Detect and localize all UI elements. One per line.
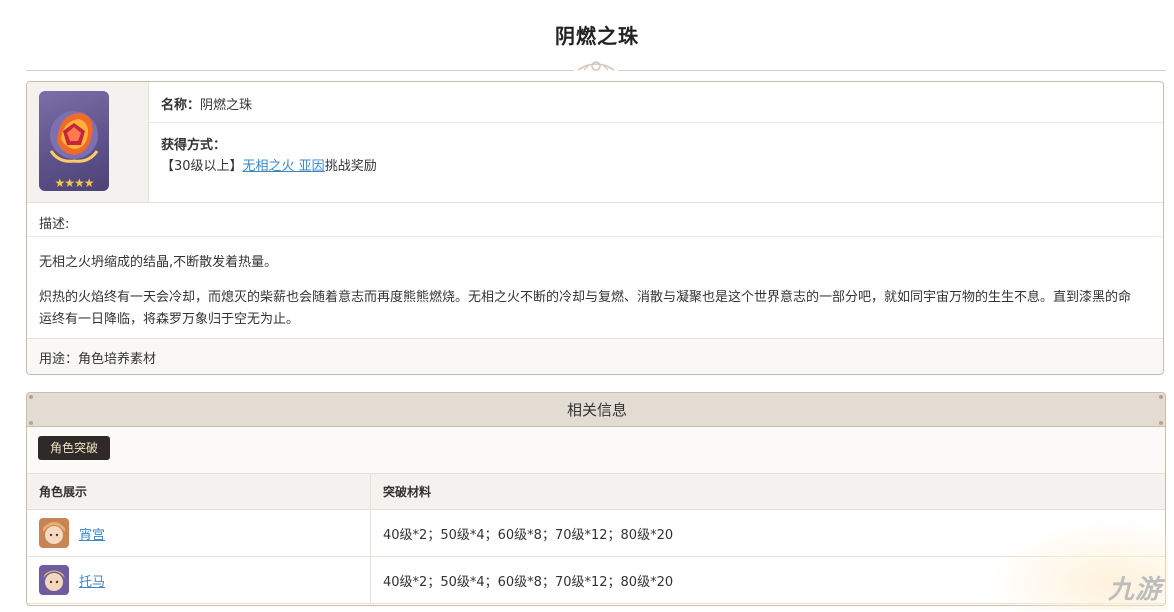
materials-text: 40级*2；50级*4；60级*8；70级*12；80级*20 bbox=[383, 528, 674, 543]
thoma-avatar-icon bbox=[39, 565, 69, 595]
column-header-materials: 突破材料 bbox=[383, 485, 432, 499]
corner-dot bbox=[1159, 421, 1163, 425]
obtain-source-link[interactable]: 无相之火 亚因 bbox=[243, 159, 325, 174]
character-link[interactable]: 托马 bbox=[79, 571, 105, 590]
corner-dot bbox=[29, 395, 33, 399]
corner-dot bbox=[29, 421, 33, 425]
item-name-row: 名称：阴燃之珠 bbox=[161, 94, 252, 113]
obtain-prefix: 【30级以上】 bbox=[161, 159, 243, 174]
item-card: ★★★★ 名称：阴燃之珠 获得方式： 【30级以上】无相之火 亚因挑战奖励 描述… bbox=[26, 81, 1164, 375]
avatar bbox=[39, 518, 69, 548]
info-divider bbox=[149, 122, 1163, 123]
tab-row: 角色突破 bbox=[27, 427, 1165, 474]
name-value: 阴燃之珠 bbox=[200, 98, 253, 113]
related-info-header: 相关信息 bbox=[27, 393, 1165, 427]
table-header-row: 角色展示 突破材料 bbox=[27, 474, 1165, 510]
obtain-label: 获得方式： bbox=[161, 138, 227, 153]
page-title: 阴燃之珠 bbox=[555, 24, 639, 48]
item-thumb-cell: ★★★★ bbox=[27, 82, 149, 203]
description-divider bbox=[27, 236, 1163, 237]
yoimiya-avatar-icon bbox=[39, 518, 69, 548]
obtain-suffix: 挑战奖励 bbox=[324, 159, 377, 174]
description-long: 炽热的火焰终有一天会冷却，而熄灭的柴薪也会随着意志而再度熊熊燃烧。无相之火不断的… bbox=[39, 290, 1132, 327]
obtain-row: 【30级以上】无相之火 亚因挑战奖励 bbox=[161, 155, 377, 174]
usage-text: 用途：角色培养素材 bbox=[39, 352, 157, 367]
item-info: 名称：阴燃之珠 获得方式： 【30级以上】无相之火 亚因挑战奖励 bbox=[149, 82, 1163, 203]
materials-text: 40级*2；50级*4；60级*8；70级*12；80级*20 bbox=[383, 575, 674, 590]
column-header-character: 角色展示 bbox=[39, 485, 88, 499]
description-short: 无相之火坍缩成的结晶,不断散发着热量。 bbox=[39, 255, 278, 270]
item-image: ★★★★ bbox=[39, 91, 109, 191]
description-label: 描述: bbox=[39, 217, 70, 232]
name-label: 名称： bbox=[161, 98, 201, 113]
character-link[interactable]: 宵宫 bbox=[79, 524, 105, 543]
tab-character-ascension[interactable]: 角色突破 bbox=[38, 436, 111, 460]
divider-ornament-icon bbox=[574, 56, 618, 76]
corner-dot bbox=[1159, 395, 1163, 399]
column-divider bbox=[370, 474, 371, 604]
avatar bbox=[39, 565, 69, 595]
watermark-logo: 九游 bbox=[1107, 575, 1162, 605]
rarity-stars: ★★★★ bbox=[54, 176, 94, 190]
description-area: 描述: 无相之火坍缩成的结晶,不断散发着热量。 炽热的火焰终有一天会冷却，而熄灭… bbox=[27, 203, 1163, 339]
